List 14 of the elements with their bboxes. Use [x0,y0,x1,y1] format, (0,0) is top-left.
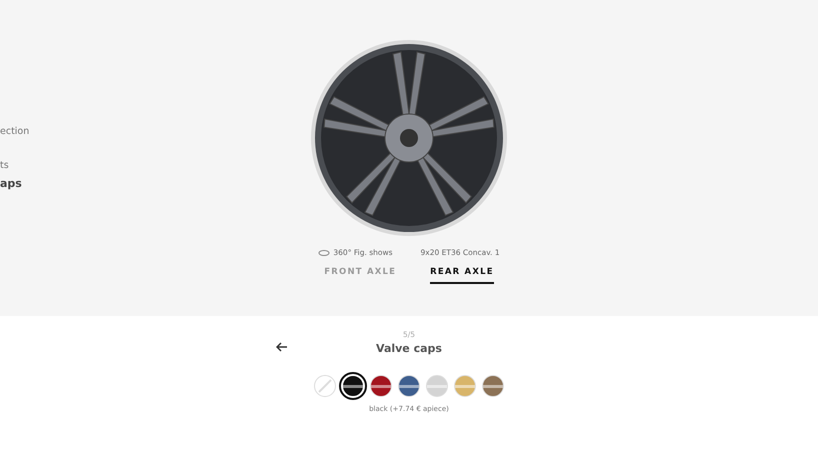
color-swatch[interactable] [482,375,504,397]
color-swatch[interactable] [426,375,448,397]
menu-item[interactable]: ection [0,124,30,140]
menu-item[interactable]: ts [0,158,30,174]
color-swatch[interactable] [454,375,476,397]
color-swatch[interactable] [398,375,420,397]
rotate-360-icon [318,248,330,256]
step-title: Valve caps [376,342,442,355]
axle-tab[interactable]: FRONT AXLE [324,264,396,284]
no-color-swatch[interactable] [314,375,336,397]
back-arrow-icon[interactable] [276,342,288,352]
menu-item[interactable]: aps [0,176,30,192]
color-swatch[interactable] [370,375,392,397]
axle-tab[interactable]: REAR AXLE [430,264,494,284]
